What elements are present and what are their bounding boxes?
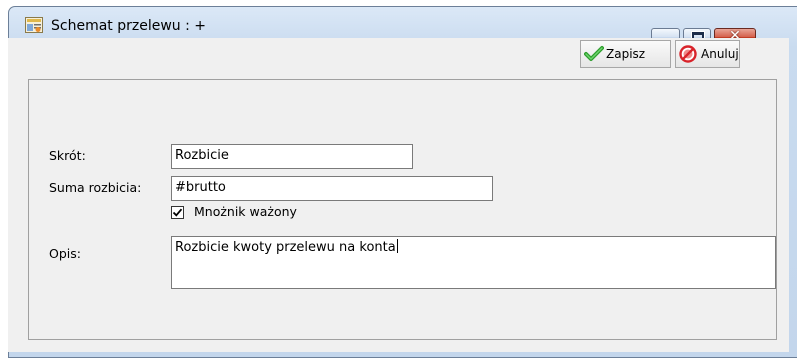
save-button-label: Zapisz [606,47,646,61]
skrot-input[interactable]: Rozbicie [171,144,413,169]
form-panel: Skrót: Rozbicie Suma rozbicia: #brutto M… [28,79,777,340]
suma-rozbicia-value: #brutto [175,180,226,195]
mnoznik-wazony-label: Mnożnik ważony [194,204,297,219]
suma-rozbicia-input[interactable]: #brutto [171,176,493,201]
opis-label: Opis: [49,246,81,261]
checkmark-icon [172,208,183,217]
suma-rozbicia-label: Suma rozbicia: [49,180,142,195]
save-button[interactable]: Zapisz [580,40,671,68]
skrot-value: Rozbicie [175,148,229,163]
green-checkmark-icon [584,46,604,61]
opis-value: Rozbicie kwoty przelewu na konta [175,240,396,255]
cancel-circle-icon [679,45,697,63]
cancel-button[interactable]: Anuluj [675,40,740,68]
window-title: Schemat przelewu : + [51,18,207,34]
text-caret [396,239,398,253]
cancel-button-label: Anuluj [701,47,739,61]
opis-textarea[interactable]: Rozbicie kwoty przelewu na konta [171,236,776,289]
form-document-icon [25,17,43,33]
mnoznik-wazony-checkbox[interactable] [171,206,184,219]
skrot-label: Skrót: [49,148,86,163]
